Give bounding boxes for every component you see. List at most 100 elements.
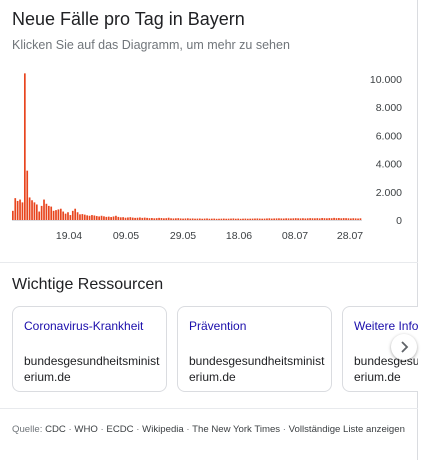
chart-bar[interactable]: [309, 218, 311, 220]
chart-bar[interactable]: [16, 200, 19, 221]
chart-bar[interactable]: [28, 197, 31, 220]
chart-bar[interactable]: [328, 218, 331, 220]
chart-bar[interactable]: [297, 218, 299, 220]
chart-bar[interactable]: [76, 212, 79, 220]
chart-bar[interactable]: [302, 218, 304, 220]
chart-bar[interactable]: [31, 200, 33, 220]
chart-bar[interactable]: [314, 218, 316, 220]
chart-bar[interactable]: [170, 218, 172, 220]
chart-bar[interactable]: [12, 210, 14, 220]
chart-bar[interactable]: [316, 218, 319, 220]
chart-bar[interactable]: [246, 218, 249, 220]
chart-bar[interactable]: [19, 199, 21, 221]
chart-bar[interactable]: [103, 216, 105, 220]
chart-bar[interactable]: [203, 218, 206, 220]
chart-bar[interactable]: [107, 216, 110, 220]
chart-bar[interactable]: [158, 217, 160, 220]
chart-bar[interactable]: [88, 215, 91, 220]
chart-bar[interactable]: [98, 216, 100, 220]
chart-bar[interactable]: [222, 218, 225, 220]
chart-bar[interactable]: [33, 202, 36, 221]
chart-bar[interactable]: [357, 218, 359, 220]
chart-bar[interactable]: [23, 73, 26, 220]
chart-bar[interactable]: [155, 218, 158, 220]
chart-bar[interactable]: [122, 217, 124, 220]
chart-bar[interactable]: [345, 218, 347, 220]
chart-bar[interactable]: [261, 218, 264, 220]
chart-bar[interactable]: [119, 217, 122, 220]
chart-bar[interactable]: [311, 218, 314, 220]
chart-bar[interactable]: [83, 214, 86, 220]
resource-card-coronavirus[interactable]: Coronavirus-Krankheit bundesgesundheitsm…: [12, 306, 167, 392]
chart-bar[interactable]: [115, 215, 117, 220]
chart-bar[interactable]: [359, 218, 362, 220]
chart-bar[interactable]: [62, 211, 65, 220]
chart-bar[interactable]: [151, 218, 153, 220]
chart-bar[interactable]: [172, 218, 175, 220]
chart-bar[interactable]: [292, 218, 295, 220]
chart-bar[interactable]: [354, 218, 357, 220]
chart-bar[interactable]: [215, 218, 218, 220]
chart-bar[interactable]: [208, 218, 211, 220]
source-link-wikipedia[interactable]: Wikipedia: [142, 424, 184, 435]
chart-bar[interactable]: [350, 218, 352, 220]
chart-bar[interactable]: [256, 218, 259, 220]
chart-bar[interactable]: [239, 218, 242, 220]
chart-bar[interactable]: [333, 217, 335, 220]
chart-bar[interactable]: [330, 218, 333, 220]
chart-bar[interactable]: [59, 208, 62, 220]
chart-bar[interactable]: [191, 218, 194, 220]
chart-bar[interactable]: [347, 218, 350, 220]
chart-bar[interactable]: [71, 210, 74, 220]
chart-bar[interactable]: [230, 218, 232, 220]
chart-bar[interactable]: [91, 215, 93, 220]
chart-bar[interactable]: [268, 218, 271, 220]
chart-bar[interactable]: [338, 218, 340, 220]
chart-bar[interactable]: [225, 218, 228, 220]
chart-bar[interactable]: [93, 215, 96, 220]
chart-bar[interactable]: [146, 217, 148, 220]
chart-bar[interactable]: [278, 218, 280, 220]
chart-bar[interactable]: [143, 217, 146, 220]
chart-bar[interactable]: [184, 218, 187, 220]
chart-bar[interactable]: [323, 218, 326, 220]
chart-bar[interactable]: [304, 218, 307, 220]
chart-bar[interactable]: [282, 218, 285, 220]
chart-bar[interactable]: [35, 204, 38, 220]
chart-bar[interactable]: [79, 214, 81, 220]
chart-bar[interactable]: [124, 217, 127, 220]
chart-bar[interactable]: [294, 218, 297, 220]
chart-bar[interactable]: [160, 218, 163, 220]
source-link-nyt[interactable]: The New York Times: [192, 424, 280, 435]
chart-bar[interactable]: [14, 198, 17, 221]
chart-bar[interactable]: [148, 218, 151, 220]
chart-bar[interactable]: [275, 218, 278, 220]
chart-bar[interactable]: [153, 218, 156, 220]
chart-bar[interactable]: [26, 170, 29, 220]
chart-bar[interactable]: [110, 217, 112, 220]
chart-bar[interactable]: [206, 218, 208, 220]
chart-bar[interactable]: [105, 216, 108, 220]
chart-bar[interactable]: [50, 206, 53, 220]
chart-bar[interactable]: [251, 218, 254, 220]
chart-bar[interactable]: [177, 218, 180, 220]
chart-bar[interactable]: [266, 218, 268, 220]
chart-bar[interactable]: [141, 217, 144, 220]
chart-bar[interactable]: [194, 218, 196, 220]
chart-bar[interactable]: [232, 218, 235, 220]
chart-bar[interactable]: [81, 214, 84, 220]
chart-bar[interactable]: [47, 205, 50, 220]
chart-bar[interactable]: [352, 218, 355, 220]
chart-bar[interactable]: [134, 217, 136, 220]
chart-bar[interactable]: [213, 218, 216, 220]
chart-bar[interactable]: [45, 203, 48, 220]
chart-bar[interactable]: [242, 218, 244, 220]
chart-bar[interactable]: [69, 215, 72, 220]
chart-bar[interactable]: [182, 218, 184, 220]
chart-bar[interactable]: [258, 218, 261, 220]
chart-bar[interactable]: [285, 218, 287, 220]
chart-bar[interactable]: [40, 205, 43, 220]
chart-bar[interactable]: [270, 218, 273, 220]
chart-bar[interactable]: [57, 209, 60, 220]
chart-bar[interactable]: [273, 218, 275, 220]
